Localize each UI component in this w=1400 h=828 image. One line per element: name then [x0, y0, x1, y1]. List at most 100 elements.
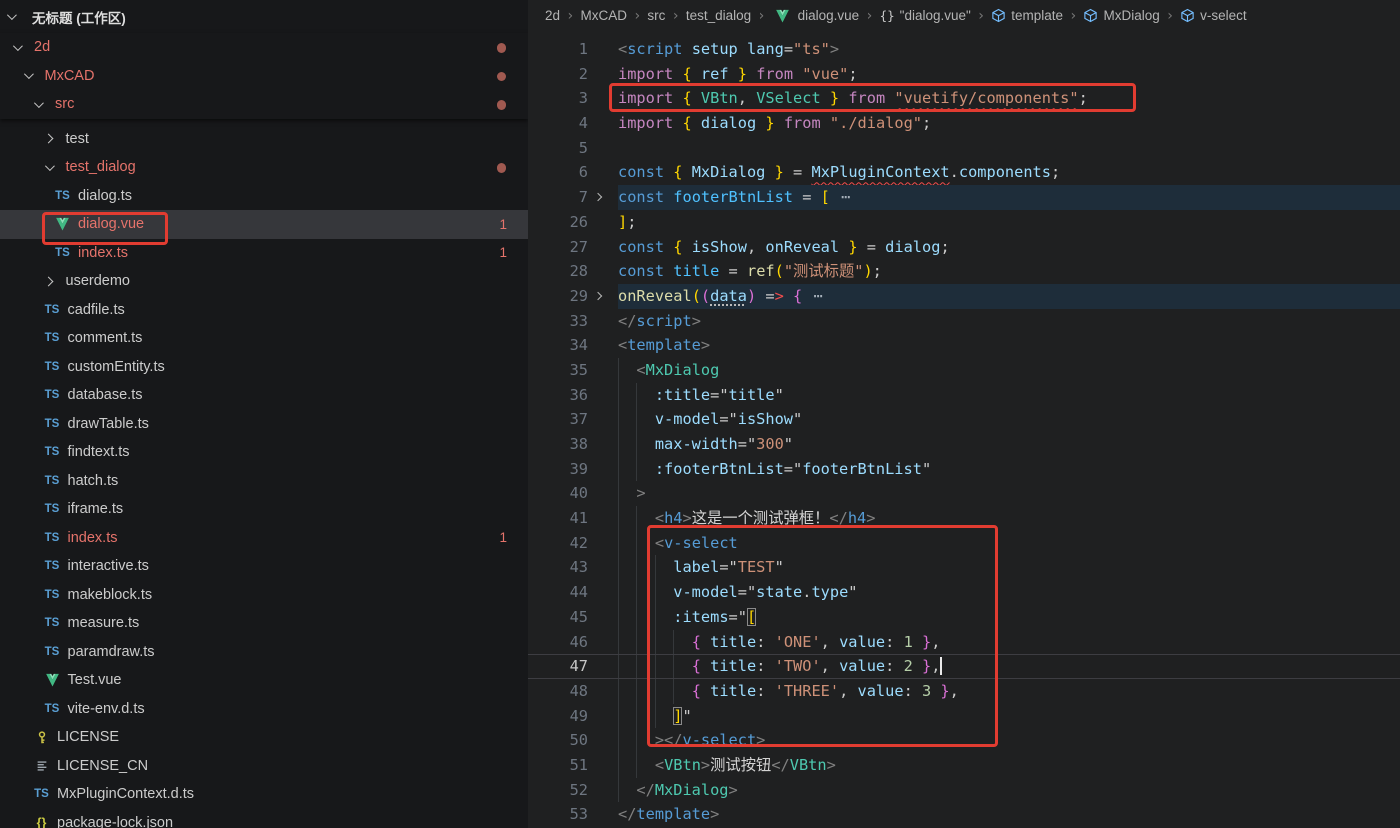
explorer-sidebar: 无标题 (工作区) 2dMxCADsrc testtest_dialogTSdi… — [0, 0, 528, 828]
line-number: 40 — [528, 481, 588, 506]
code-text: import { VBtn, VSelect } from "vuetify/c… — [618, 86, 1400, 111]
code-line-44[interactable]: 44 v-model="state.type" — [528, 580, 1400, 605]
code-line-5[interactable]: 5 — [528, 136, 1400, 161]
editor-gutter: 39 — [528, 457, 618, 482]
code-line-40[interactable]: 40 > — [528, 481, 1400, 506]
code-line-3[interactable]: 3 import { VBtn, VSelect } from "vuetify/… — [528, 86, 1400, 111]
code-line-27[interactable]: 27const { isShow, onReveal } = dialog; — [528, 235, 1400, 260]
code-line-51[interactable]: 51 <VBtn>测试按钮</VBtn> — [528, 753, 1400, 778]
fold-chevron-icon[interactable] — [594, 292, 602, 300]
code-text: const title = ref("测试标题"); — [618, 259, 1400, 284]
code-text: const footerBtnList = [ ⋯ — [618, 185, 1400, 210]
tree-item-MxCAD[interactable]: MxCAD — [0, 62, 528, 91]
tree-item-interactive.ts[interactable]: TSinteractive.ts — [0, 552, 528, 581]
tree-item-drawTable.ts[interactable]: TSdrawTable.ts — [0, 410, 528, 439]
code-line-38[interactable]: 38 max-width="300" — [528, 432, 1400, 457]
code-line-53[interactable]: 53</template> — [528, 802, 1400, 827]
breadcrumb-item-src[interactable]: src — [647, 8, 665, 23]
code-line-35[interactable]: 35 <MxDialog — [528, 358, 1400, 383]
code-line-29[interactable]: 29onReveal((data) => { ⋯ — [528, 284, 1400, 309]
breadcrumb-item-2d[interactable]: 2d — [545, 8, 560, 23]
tree-item-database.ts[interactable]: TSdatabase.ts — [0, 381, 528, 410]
code-line-45[interactable]: 45 :items="[ — [528, 605, 1400, 630]
breadcrumb-item-template[interactable]: template — [991, 8, 1063, 23]
tree-item-measure.ts[interactable]: TSmeasure.ts — [0, 609, 528, 638]
tree-item-iframe.ts[interactable]: TSiframe.ts — [0, 495, 528, 524]
code-line-33[interactable]: 33</script> — [528, 309, 1400, 334]
breadcrumb-separator: › — [1166, 8, 1174, 24]
typescript-icon: TS — [52, 190, 73, 202]
code-line-42[interactable]: 42 <v-select — [528, 531, 1400, 556]
editor-gutter: 34 — [528, 333, 618, 358]
error-badge: 1 — [499, 217, 507, 232]
tree-item-cadfile.ts[interactable]: TScadfile.ts — [0, 296, 528, 325]
tree-item-LICENSE_CN[interactable]: LICENSE_CN — [0, 752, 528, 781]
tree-item-findtext.ts[interactable]: TSfindtext.ts — [0, 438, 528, 467]
tree-item-package-lock.json[interactable]: {}package-lock.json — [0, 809, 528, 828]
code-area[interactable]: 1<script setup lang="ts">2import { ref }… — [528, 31, 1400, 827]
code-line-41[interactable]: 41 <h4>这是一个测试弹框！</h4> — [528, 506, 1400, 531]
tree-item-src[interactable]: src — [0, 90, 528, 119]
editor-gutter: 7 — [528, 185, 618, 210]
code-line-26[interactable]: 26]; — [528, 210, 1400, 235]
chevron-right-icon — [43, 134, 53, 144]
tree-item-hatch.ts[interactable]: TShatch.ts — [0, 467, 528, 496]
breadcrumb-item-test_dialog[interactable]: test_dialog — [686, 8, 751, 23]
code-line-37[interactable]: 37 v-model="isShow" — [528, 407, 1400, 432]
tree-item-index.ts[interactable]: TSindex.ts1 — [0, 239, 528, 268]
workspace-title: 无标题 (工作区) — [32, 7, 126, 27]
tree-item-label: 2d — [34, 39, 50, 55]
tree-item-LICENSE[interactable]: LICENSE — [0, 723, 528, 752]
tree-item-dialog.vue[interactable]: dialog.vue1 — [0, 210, 528, 239]
tree-item-MxPluginContext.d.ts[interactable]: TSMxPluginContext.d.ts — [0, 780, 528, 809]
code-line-34[interactable]: 34<template> — [528, 333, 1400, 358]
code-text: { title: 'TWO', value: 2 }, — [618, 655, 1400, 678]
tree-item-index.ts[interactable]: TSindex.ts1 — [0, 524, 528, 553]
breadcrumb-label: template — [1011, 8, 1063, 23]
chevron-down-icon — [7, 10, 17, 20]
line-number: 47 — [528, 655, 588, 678]
code-line-39[interactable]: 39 :footerBtnList="footerBtnList" — [528, 457, 1400, 482]
code-line-6[interactable]: 6const { MxDialog } = MxPluginContext.co… — [528, 160, 1400, 185]
code-line-2[interactable]: 2import { ref } from "vue"; — [528, 62, 1400, 87]
vue-icon — [42, 673, 63, 687]
tree-item-userdemo[interactable]: userdemo — [0, 267, 528, 296]
tree-item-paramdraw.ts[interactable]: TSparamdraw.ts — [0, 638, 528, 667]
tree-item-customEntity.ts[interactable]: TScustomEntity.ts — [0, 353, 528, 382]
line-number: 48 — [528, 679, 588, 704]
line-number: 52 — [528, 778, 588, 803]
code-line-43[interactable]: 43 label="TEST" — [528, 555, 1400, 580]
breadcrumb-item-dialog.vue[interactable]: dialog.vue — [772, 8, 860, 23]
tree-item-vite-env.d.ts[interactable]: TSvite-env.d.ts — [0, 695, 528, 724]
tree-item-Test.vue[interactable]: Test.vue — [0, 666, 528, 695]
code-text: :items="[ — [618, 605, 1400, 630]
editor-gutter: 46 — [528, 630, 618, 655]
tree-item-test_dialog[interactable]: test_dialog — [0, 153, 528, 182]
code-line-50[interactable]: 50 ></v-select> — [528, 728, 1400, 753]
tree-item-label: test — [66, 131, 89, 147]
code-line-48[interactable]: 48 { title: 'THREE', value: 3 }, — [528, 679, 1400, 704]
breadcrumb-item-MxCAD[interactable]: MxCAD — [580, 8, 627, 23]
tree-item-makeblock.ts[interactable]: TSmakeblock.ts — [0, 581, 528, 610]
breadcrumb-item-MxDialog[interactable]: MxDialog — [1083, 8, 1159, 23]
breadcrumb-item-v-select[interactable]: v-select — [1180, 8, 1247, 23]
code-line-1[interactable]: 1<script setup lang="ts"> — [528, 37, 1400, 62]
fold-chevron-icon[interactable] — [594, 193, 602, 201]
tree-item-comment.ts[interactable]: TScomment.ts — [0, 324, 528, 353]
code-line-4[interactable]: 4import { dialog } from "./dialog"; — [528, 111, 1400, 136]
code-line-28[interactable]: 28const title = ref("测试标题"); — [528, 259, 1400, 284]
code-line-49[interactable]: 49 ]" — [528, 704, 1400, 729]
code-line-46[interactable]: 46 { title: 'ONE', value: 1 }, — [528, 630, 1400, 655]
code-line-47[interactable]: 47 { title: 'TWO', value: 2 }, — [528, 654, 1400, 679]
line-number: 3 — [528, 86, 588, 111]
code-line-7[interactable]: 7const footerBtnList = [ ⋯ — [528, 185, 1400, 210]
tree-item-2d[interactable]: 2d — [0, 33, 528, 62]
breadcrumb-item-dialog.vue[interactable]: {}"dialog.vue" — [880, 8, 971, 23]
tree-item-dialog.ts[interactable]: TSdialog.ts — [0, 182, 528, 211]
tree-item-test[interactable]: test — [0, 125, 528, 154]
tree-item-label: MxPluginContext.d.ts — [57, 786, 194, 802]
editor-gutter: 53 — [528, 802, 618, 827]
code-line-36[interactable]: 36 :title="title" — [528, 383, 1400, 408]
code-line-52[interactable]: 52 </MxDialog> — [528, 778, 1400, 803]
workspace-header[interactable]: 无标题 (工作区) — [0, 0, 528, 33]
